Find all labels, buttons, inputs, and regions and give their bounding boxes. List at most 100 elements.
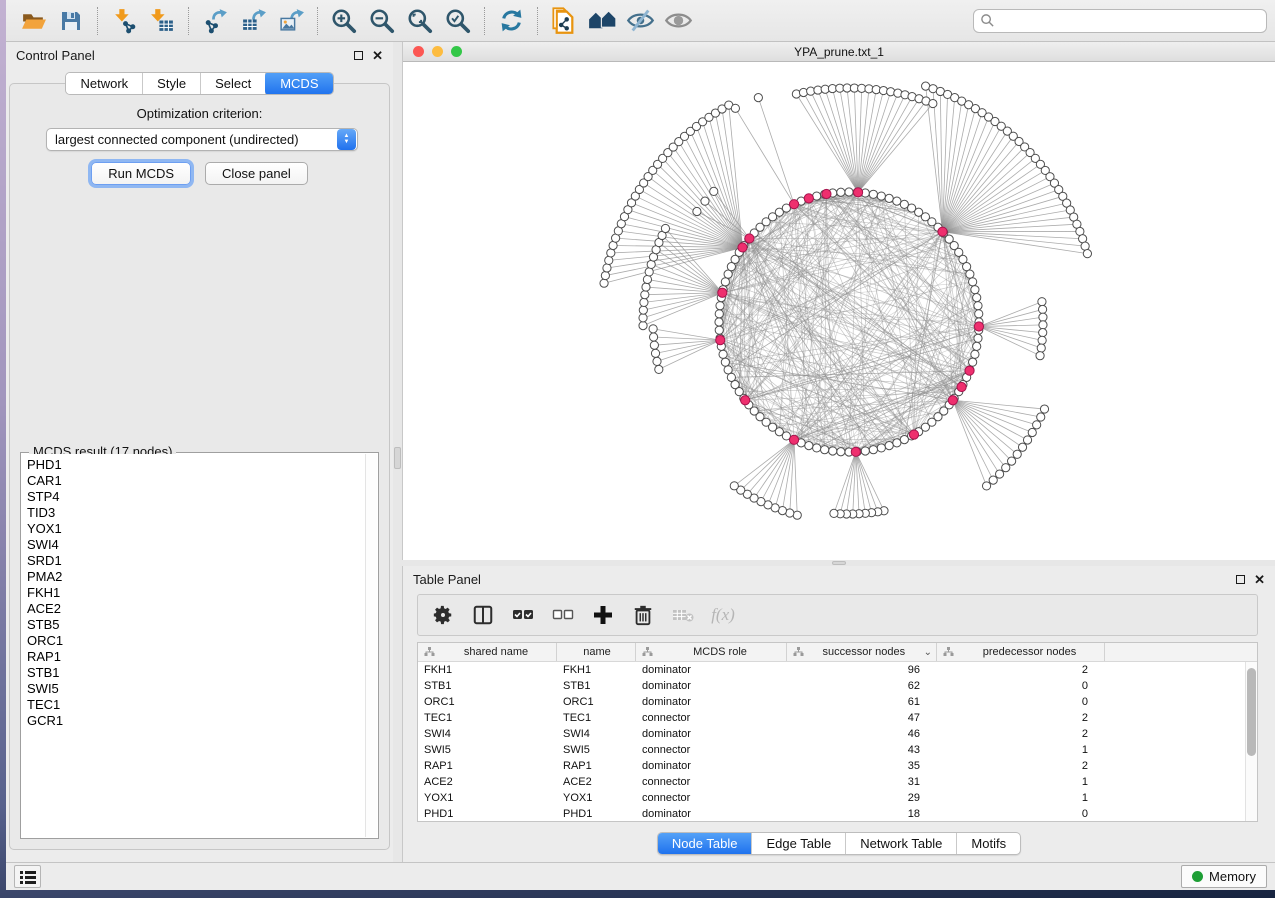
delete-columns-button[interactable] [630, 602, 656, 628]
table-tab-network-table[interactable]: Network Table [846, 833, 957, 854]
table-tab-node-table[interactable]: Node Table [658, 833, 753, 854]
table-toolbar: f(x) [417, 594, 1258, 636]
column-header-name[interactable]: name [557, 643, 636, 661]
control-panel-tab-style[interactable]: Style [143, 73, 201, 94]
splitter-grip[interactable] [832, 561, 846, 565]
control-panel-tab-mcds[interactable]: MCDS [265, 72, 333, 95]
deselect-all-button[interactable] [550, 602, 576, 628]
mcds-result-item[interactable]: RAP1 [27, 649, 365, 665]
table-scrollbar-thumb[interactable] [1247, 668, 1256, 756]
search-input[interactable] [995, 14, 1260, 28]
zoom-selected-button[interactable] [439, 4, 477, 38]
hide-graphics-details-button[interactable] [621, 4, 659, 38]
import-table-button[interactable] [143, 4, 181, 38]
mcds-result-item[interactable]: CAR1 [27, 473, 365, 489]
table-row[interactable]: TEC1TEC1connector472 [418, 710, 1257, 726]
table-scrollbar[interactable] [1245, 662, 1257, 821]
vertical-splitter[interactable] [393, 42, 402, 862]
mcds-result-item[interactable]: SWI4 [27, 537, 365, 553]
control-panel-tab-network[interactable]: Network [66, 73, 143, 94]
mcds-result-item[interactable]: GCR1 [27, 713, 365, 729]
close-panel-icon[interactable]: ✕ [372, 51, 383, 60]
refresh-icon [498, 7, 525, 34]
delete-table-button [670, 602, 696, 628]
table-row[interactable]: PHD1PHD1dominator180 [418, 806, 1257, 822]
export-image-button[interactable] [272, 4, 310, 38]
zoom-fit-button[interactable] [401, 4, 439, 38]
maximize-traffic-light[interactable] [451, 46, 462, 57]
create-column-button[interactable] [590, 602, 616, 628]
import-network-button[interactable] [105, 4, 143, 38]
eye-slash-icon [626, 6, 655, 35]
float-panel-icon[interactable] [354, 51, 363, 60]
column-header-MCDS-role[interactable]: MCDS role [636, 643, 787, 661]
export-table-button[interactable] [234, 4, 272, 38]
run-mcds-button[interactable]: Run MCDS [91, 162, 191, 185]
search-box[interactable] [973, 9, 1267, 33]
mcds-result-item[interactable]: SWI5 [27, 681, 365, 697]
table-row[interactable]: ORC1ORC1dominator610 [418, 694, 1257, 710]
open-file-button[interactable] [14, 4, 52, 38]
mcds-result-item[interactable]: TEC1 [27, 697, 365, 713]
new-network-from-selection-button[interactable] [545, 4, 583, 38]
save-session-button[interactable] [52, 4, 90, 38]
column-header-successor-nodes[interactable]: successor nodes⌄ [787, 643, 937, 661]
minimize-traffic-light[interactable] [432, 46, 443, 57]
show-status-dialog-button[interactable] [14, 865, 41, 888]
table-cell: STB1 [557, 678, 636, 694]
columns-icon [472, 604, 494, 626]
save-floppy-icon [58, 8, 84, 34]
table-tab-motifs[interactable]: Motifs [957, 833, 1020, 854]
export-network-button[interactable] [196, 4, 234, 38]
mcds-result-item[interactable]: STB5 [27, 617, 365, 633]
table-row[interactable]: ACE2ACE2connector311 [418, 774, 1257, 790]
mcds-result-item[interactable]: STB1 [27, 665, 365, 681]
mcds-result-item[interactable]: TID3 [27, 505, 365, 521]
table-tab-edge-table[interactable]: Edge Table [752, 833, 846, 854]
mcds-result-item[interactable]: STP4 [27, 489, 365, 505]
table-row[interactable]: YOX1YOX1connector291 [418, 790, 1257, 806]
table-row[interactable]: RAP1RAP1dominator352 [418, 758, 1257, 774]
fx-icon: f(x) [711, 605, 735, 625]
column-header-shared-name[interactable]: shared name [418, 643, 557, 661]
mcds-result-item[interactable]: ACE2 [27, 601, 365, 617]
column-header-predecessor-nodes[interactable]: predecessor nodes [937, 643, 1105, 661]
table-cell: 18 [787, 806, 937, 822]
select-all-button[interactable] [510, 602, 536, 628]
table-cell: FKH1 [418, 662, 557, 678]
mcds-result-item[interactable]: FKH1 [27, 585, 365, 601]
show-columns-button[interactable] [470, 602, 496, 628]
control-panel-title: Control Panel [16, 48, 354, 63]
memory-button[interactable]: Memory [1181, 865, 1267, 888]
table-row[interactable]: STB1STB1dominator620 [418, 678, 1257, 694]
close-panel-icon[interactable]: ✕ [1254, 575, 1265, 584]
criterion-dropdown[interactable]: largest connected component (undirected)… [46, 128, 358, 151]
table-row[interactable]: SWI5SWI5connector431 [418, 742, 1257, 758]
table-cell: RAP1 [557, 758, 636, 774]
show-all-networks-button[interactable] [583, 4, 621, 38]
mcds-result-item[interactable]: YOX1 [27, 521, 365, 537]
apply-layout-button[interactable] [492, 4, 530, 38]
table-body: FKH1FKH1dominator962STB1STB1dominator620… [418, 662, 1257, 822]
close-panel-button[interactable]: Close panel [205, 162, 308, 185]
mcds-result-item[interactable]: SRD1 [27, 553, 365, 569]
status-bar: Memory [6, 862, 1275, 890]
show-graphics-details-button[interactable] [659, 4, 697, 38]
mcds-result-item[interactable]: PMA2 [27, 569, 365, 585]
splitter-grip[interactable] [394, 447, 401, 469]
mcds-list-scrollbar[interactable] [365, 454, 377, 837]
table-row[interactable]: FKH1FKH1dominator962 [418, 662, 1257, 678]
zoom-out-button[interactable] [363, 4, 401, 38]
float-panel-icon[interactable] [1236, 575, 1245, 584]
delete-table-icon [671, 603, 695, 627]
mcds-result-item[interactable]: ORC1 [27, 633, 365, 649]
zoom-in-button[interactable] [325, 4, 363, 38]
close-traffic-light[interactable] [413, 46, 424, 57]
table-options-button[interactable] [430, 602, 456, 628]
table-cell: connector [636, 742, 787, 758]
control-panel-tab-select[interactable]: Select [201, 73, 266, 94]
network-canvas[interactable] [403, 62, 1275, 560]
table-cell: 2 [937, 726, 1105, 742]
table-row[interactable]: SWI4SWI4dominator462 [418, 726, 1257, 742]
mcds-result-item[interactable]: PHD1 [27, 457, 365, 473]
